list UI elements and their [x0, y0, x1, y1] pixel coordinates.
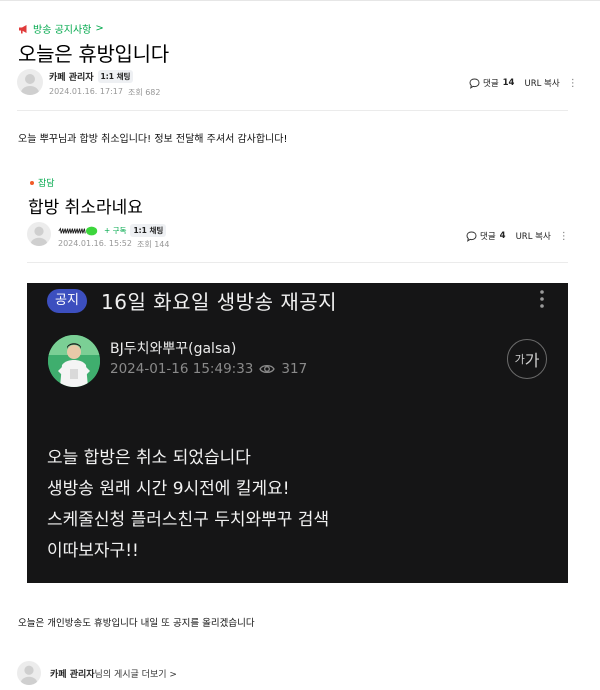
- comments-count[interactable]: 14: [503, 78, 515, 88]
- default-user-icon: [21, 74, 39, 95]
- author-row: 카페 관리자 1:1 채팅: [49, 70, 134, 83]
- chat-button[interactable]: 1:1 채팅: [130, 224, 167, 237]
- broadcast-view-count: 317: [281, 361, 308, 377]
- quoted-board-label: 잡담: [38, 179, 55, 189]
- chat-button[interactable]: 1:1 채팅: [97, 70, 134, 83]
- embedded-screenshot: 공지 16일 화요일 생방송 재공지 BJ두치와뿌꾸(galsa) 2024-0…: [27, 283, 568, 583]
- broadcaster-photo: [48, 335, 100, 387]
- post-date: 2024.01.16. 17:17: [49, 87, 123, 96]
- quoted-date: 2024.01.16. 15:52: [58, 239, 132, 248]
- font-size-button: 가가: [507, 339, 547, 379]
- notice-lines: 오늘 합방은 취소 되었습니다 생방송 원래 시간 9시전에 킬게요! 스케줄신…: [47, 443, 329, 567]
- kebab-menu-icon: [540, 290, 544, 308]
- footer-avatar[interactable]: [17, 661, 41, 685]
- default-user-icon: [30, 226, 48, 246]
- comment-icon[interactable]: [466, 230, 477, 242]
- quoted-board-link[interactable]: 잡담: [30, 176, 55, 189]
- board-label: 방송 공지사항: [33, 25, 92, 36]
- avatar[interactable]: [17, 69, 43, 95]
- quoted-author-row: + 구독 1:1 채팅: [58, 224, 167, 237]
- closing-text: 오늘은 개인방송도 휴방입니다 내일 또 공지를 올리겠습니다: [18, 618, 255, 629]
- author-name[interactable]: 카페 관리자: [49, 70, 94, 83]
- redacted-name-scribble: [58, 226, 98, 235]
- divider: [27, 262, 568, 263]
- page-title: 오늘은 휴방입니다: [18, 42, 169, 66]
- copy-url-button[interactable]: URL 복사: [524, 77, 559, 89]
- default-user-icon: [20, 665, 38, 685]
- notice-line: 스케줄신청 플러스친구 두치와뿌꾸 검색: [47, 510, 330, 530]
- post-body: 오늘 뿌꾸님과 합방 취소입니다! 정보 전달해 주셔서 감사합니다!: [18, 134, 288, 145]
- post-tools: 댓글 14 URL 복사 ⋮: [469, 77, 578, 89]
- quoted-tools: 댓글 4 URL 복사 ⋮: [466, 230, 569, 242]
- comment-icon[interactable]: [469, 77, 480, 89]
- quoted-title: 합방 취소라네요: [28, 198, 143, 218]
- category-dot-icon: [30, 180, 34, 185]
- notice-badge: 공지: [47, 289, 87, 313]
- broadcast-datetime: 2024-01-16 15:49:33: [110, 361, 254, 377]
- divider: [17, 110, 568, 111]
- broadcast-meta: 2024-01-16 15:49:33 317: [110, 361, 307, 377]
- comments-count[interactable]: 4: [500, 231, 506, 241]
- quoted-meta: 2024.01.16. 15:52 조회 144: [58, 239, 170, 250]
- chevron-right-icon: >: [95, 23, 104, 34]
- footer-author[interactable]: 카페 관리자: [50, 667, 95, 680]
- notice-line: 오늘 합방은 취소 되었습니다: [47, 448, 251, 468]
- copy-url-button[interactable]: URL 복사: [516, 230, 551, 242]
- more-options-icon[interactable]: ⋮: [559, 231, 569, 242]
- comments-label[interactable]: 댓글: [480, 230, 496, 242]
- font-big-glyph: 가: [524, 351, 540, 370]
- megaphone-icon: [19, 24, 27, 33]
- board-link[interactable]: 방송 공지사항 >: [18, 21, 104, 36]
- more-options-icon[interactable]: ⋮: [568, 78, 578, 89]
- screenshot-title: 16일 화요일 생방송 재공지: [101, 290, 338, 314]
- quoted-view-count: 조회 144: [136, 240, 170, 249]
- notice-line: 이따보자구!!: [47, 541, 139, 561]
- post-meta: 2024.01.16. 17:17 조회 682: [49, 87, 161, 98]
- subscribe-button[interactable]: + 구독: [104, 225, 126, 236]
- broadcaster-name: BJ두치와뿌꾸(galsa): [110, 341, 237, 357]
- quoted-avatar[interactable]: [27, 222, 51, 246]
- notice-line: 생방송 원래 시간 9시전에 킬게요!: [47, 479, 290, 499]
- view-count: 조회 682: [127, 88, 161, 97]
- more-posts-label[interactable]: 님의 게시글 더보기 >: [95, 667, 177, 680]
- top-border: [0, 0, 600, 1]
- more-posts-link[interactable]: 카페 관리자 님의 게시글 더보기 >: [50, 667, 177, 680]
- broadcaster-avatar: [48, 335, 100, 387]
- eye-icon: [259, 364, 276, 374]
- font-small-glyph: 가: [514, 353, 525, 366]
- comments-label[interactable]: 댓글: [483, 77, 499, 89]
